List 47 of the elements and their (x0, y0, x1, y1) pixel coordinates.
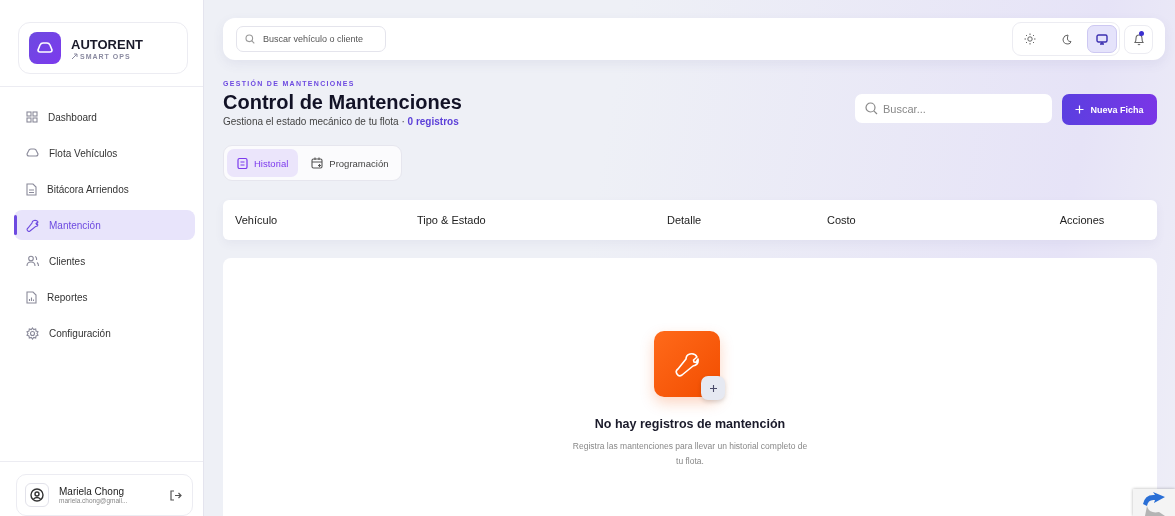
system-theme-button[interactable] (1087, 25, 1117, 53)
sidebar-item[interactable]: Mantención (14, 210, 195, 240)
sun-icon (1024, 33, 1036, 45)
users-icon (26, 255, 39, 267)
column-header: Vehículo (235, 214, 279, 226)
monitor-icon (1096, 33, 1108, 45)
gear-icon (26, 326, 39, 340)
search-icon (245, 34, 255, 44)
clipboard-icon (237, 157, 248, 169)
empty-state-description: Registra las mantenciones para llevar un historial completo de tu flota. (571, 440, 809, 468)
document-icon (26, 182, 37, 196)
new-record-button[interactable]: Nueva Ficha (1062, 94, 1157, 125)
notification-button[interactable] (1124, 24, 1153, 54)
tab[interactable]: Historial (227, 149, 299, 177)
record-count: 0 registros (407, 116, 459, 127)
moon-icon (1060, 33, 1072, 45)
sidebar-item[interactable]: Configuración (14, 318, 195, 348)
sidebar-item[interactable]: Flota Vehículos (14, 138, 195, 168)
page-title: Control de Mantenciones (223, 91, 462, 114)
sidebar-item[interactable]: Clientes (14, 246, 195, 276)
empty-state-title: No hay registros de mantención (594, 417, 786, 431)
wrench-icon (654, 331, 720, 397)
logout-icon[interactable] (170, 489, 182, 501)
column-header: Costo (827, 214, 857, 226)
add-badge-icon (701, 376, 725, 400)
grid-icon (26, 111, 38, 123)
report-icon (26, 290, 37, 304)
column-header: Tipo & Estado (417, 214, 487, 226)
wrench-icon (26, 218, 39, 232)
user-avatar-icon (25, 483, 49, 507)
sidebar-item[interactable]: Dashboard (14, 102, 195, 132)
bell-icon (1132, 32, 1145, 46)
sidebar-item[interactable]: Bitácora Arriendos (14, 174, 195, 204)
brand-name: AUTORENT (71, 36, 143, 52)
user-name: Mariela Chong (59, 486, 125, 497)
active-indicator (14, 215, 17, 235)
sidebar-item[interactable]: Reportes (14, 282, 195, 312)
search-icon (865, 102, 878, 115)
search-field[interactable]: Buscar vehículo o cliente (236, 26, 386, 52)
link-icon (71, 52, 78, 60)
column-header: Detalle (667, 214, 703, 226)
page-subtitle: Gestiona el estado mecánico de tu flota · 0 registros (223, 116, 460, 127)
search-field[interactable]: Buscar... (855, 94, 1052, 123)
column-header: Acciones (1058, 214, 1106, 226)
plus-icon (1075, 105, 1085, 114)
calendar-icon (311, 157, 324, 169)
tab[interactable]: Programación (301, 149, 399, 177)
